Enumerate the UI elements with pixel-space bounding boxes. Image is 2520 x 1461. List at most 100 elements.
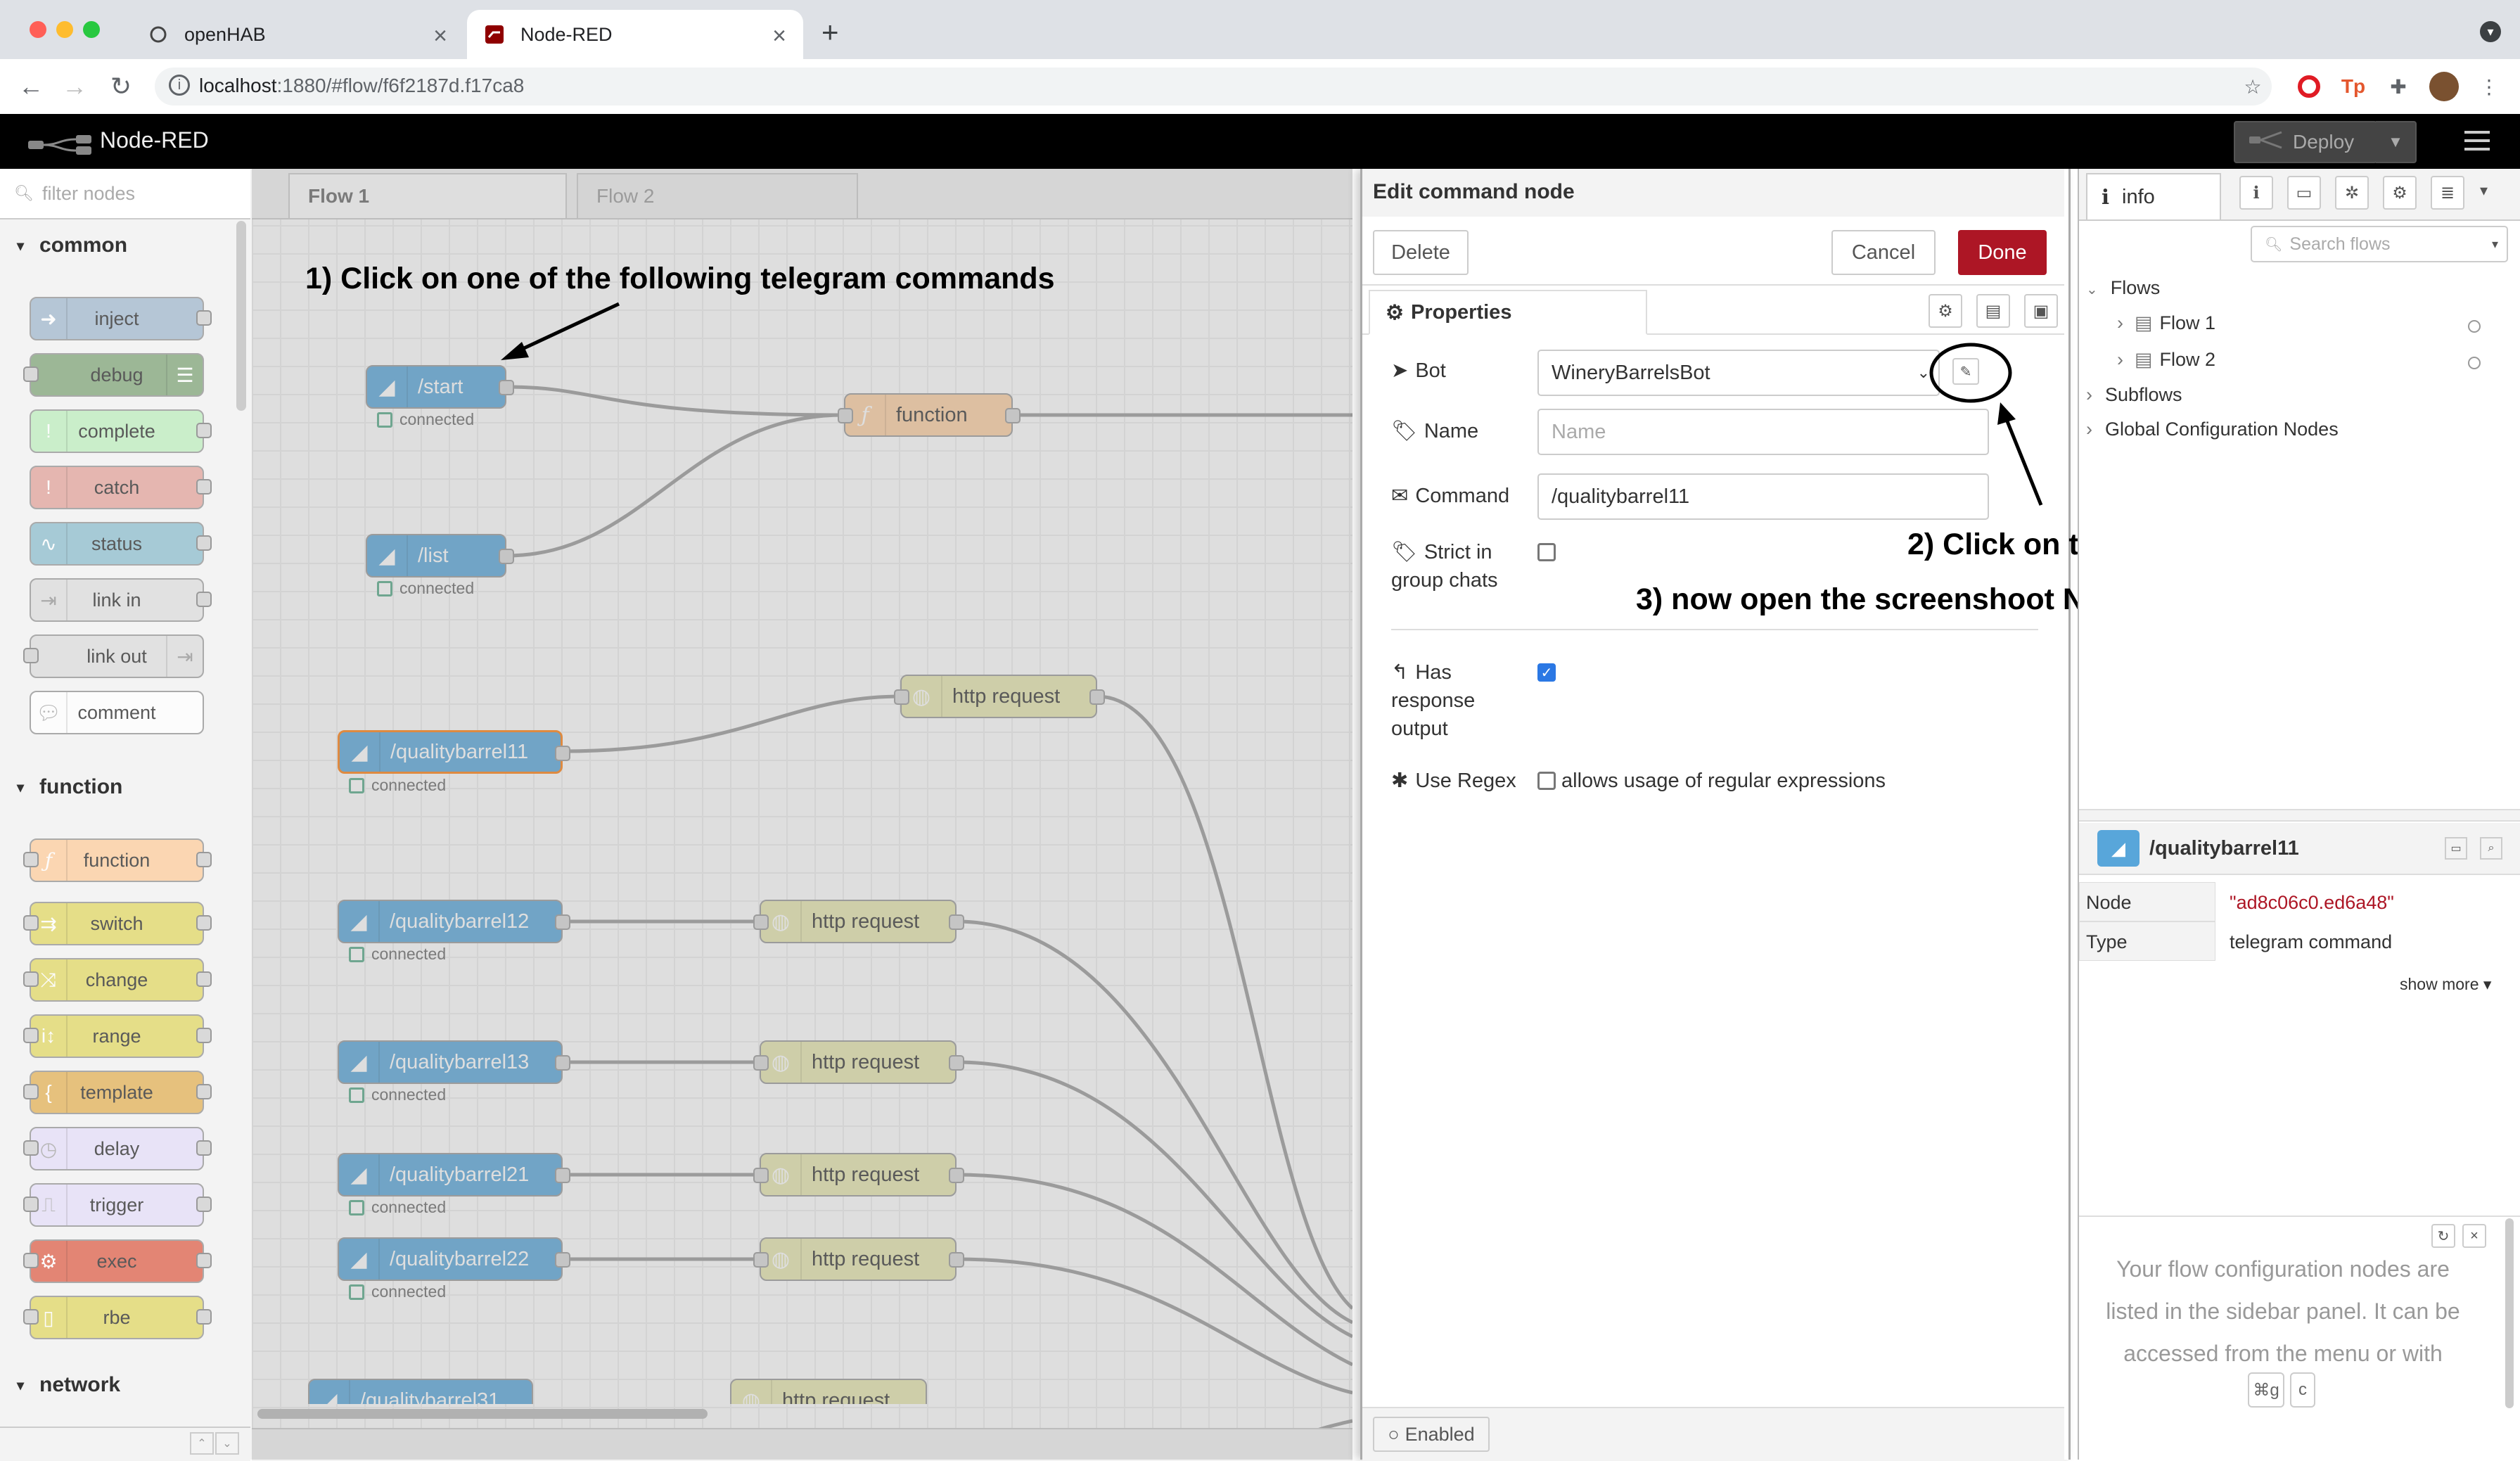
flow-node-qualitybarrel13[interactable]: ◢/qualitybarrel13 [338,1040,563,1084]
flow-node-qualitybarrel31[interactable]: ◢/qualitybarrel31 [308,1379,533,1404]
palette-scrollbar[interactable] [236,221,246,411]
node-description-icon[interactable]: ▤ [1976,294,2010,328]
back-icon[interactable]: ← [13,68,49,105]
flow-node-qualitybarrel21[interactable]: ◢/qualitybarrel21 [338,1153,563,1197]
node-search-icon[interactable]: ⌕ [2480,837,2502,860]
flow-node-qualitybarrel11-selected[interactable]: ◢/qualitybarrel11 [338,730,563,774]
workspace-h-scrollbar[interactable] [257,1409,708,1419]
next-tip-refresh-icon[interactable]: ↻ [2431,1224,2455,1248]
url-text[interactable]: localhost:1880/#flow/f6f2187d.f17ca8 [199,72,524,100]
browser-tab-node-red[interactable]: Node-RED × [467,10,803,59]
flow-node-http-request[interactable]: ◍ http request [900,675,1097,718]
cancel-button[interactable]: Cancel [1831,230,1936,275]
palette-node-trigger[interactable]: ⎍ trigger [30,1183,204,1227]
output-port[interactable] [499,549,514,564]
tp-extension-icon[interactable]: Tp [2339,72,2368,101]
bookmark-star-icon[interactable]: ☆ [2238,72,2268,101]
opera-extension-icon[interactable] [2294,72,2324,101]
tree-flows[interactable]: ⌄ Flows [2086,277,2160,299]
output-port[interactable] [555,746,570,761]
flow-node-http-request[interactable]: ◍ http request [760,1237,957,1281]
browser-tab-openhab[interactable]: openHAB × [134,10,464,59]
palette-category-network[interactable]: ▾ network [0,1366,232,1404]
input-port[interactable] [894,689,909,705]
palette-category-common[interactable]: ▾ common [0,227,232,264]
palette-node-template[interactable]: {template [30,1071,204,1114]
filter-nodes-input[interactable]: 🔍︎ filter nodes [0,169,250,219]
tree-flow-1[interactable]: › ▤ Flow 1 [2117,312,2215,334]
window-close-control[interactable] [30,21,46,38]
tab-properties[interactable]: ⚙ Properties [1369,290,1647,335]
close-tip-icon[interactable]: × [2462,1224,2486,1248]
tree-subflows[interactable]: › Subflows [2086,384,2182,406]
palette-node-delay[interactable]: ◷ delay [30,1127,204,1170]
output-port[interactable] [949,914,964,930]
palette-node-function[interactable]: ƒ function [30,838,204,882]
name-input[interactable]: Name [1537,409,1989,455]
output-port[interactable] [1089,689,1105,705]
context-data-icon[interactable]: ≣ [2431,176,2464,210]
output-port[interactable] [949,1168,964,1183]
output-port[interactable] [555,1168,570,1183]
palette-node-link-in[interactable]: ⇥ link in [30,578,204,622]
done-button[interactable]: Done [1958,230,2047,275]
flow-node-http-request[interactable]: ◍ http request [760,1153,957,1197]
window-maximize-control[interactable] [83,21,100,38]
flow-node-qualitybarrel22[interactable]: ◢/qualitybarrel22 [338,1237,563,1281]
output-port[interactable] [949,1252,964,1268]
palette-node-change[interactable]: ⤨ change [30,958,204,1002]
use-regex-checkbox[interactable] [1537,772,1556,790]
delete-button[interactable]: Delete [1373,230,1469,275]
flow-node-qualitybarrel12[interactable]: ◢/qualitybarrel12 [338,900,563,943]
search-flows-input[interactable]: 🔍︎ Search flows ▾ [2251,226,2508,262]
reload-icon[interactable]: ↻ [103,68,139,105]
browser-menu-icon[interactable]: ⋮ [2474,72,2504,101]
node-help-book-icon[interactable]: ▭ [2445,837,2467,860]
forward-icon[interactable]: → [56,68,93,105]
profile-avatar[interactable] [2429,72,2459,101]
output-port[interactable] [555,1252,570,1268]
help-book-icon[interactable]: ▭ [2287,176,2321,210]
deploy-button[interactable]: Deploy [2234,121,2377,163]
input-port[interactable] [838,408,853,423]
palette-node-switch[interactable]: ⇉ switch [30,902,204,945]
prop-node-value[interactable]: "ad8c06c0.ed6a48" [2230,892,2394,914]
input-port[interactable] [753,914,769,930]
flow-node-http-request[interactable]: ◍ http request [730,1379,927,1404]
bot-select[interactable]: WineryBarrelsBot ⌄ [1537,350,1940,396]
flow-node-start[interactable]: ◢/start [366,365,506,409]
flow-node-http-request[interactable]: ◍ http request [760,1040,957,1084]
sidebar-menu-chevron-icon[interactable]: ▾ [2480,181,2488,200]
input-port[interactable] [753,1252,769,1268]
palette-node-inject[interactable]: ➜ inject [30,297,204,340]
palette-node-comment[interactable]: 💬︎ comment [30,691,204,734]
palette-node-exec[interactable]: ⚙ exec [30,1239,204,1283]
flow-node-http-request[interactable]: ◍ http request [760,900,957,943]
config-gear-icon[interactable]: ⚙ [2383,176,2417,210]
enabled-toggle[interactable]: ○ Enabled [1373,1417,1490,1452]
window-minimize-control[interactable] [56,21,73,38]
output-port[interactable] [949,1055,964,1071]
site-info-icon[interactable]: i [169,75,190,96]
palette-node-status[interactable]: ∿ status [30,522,204,566]
new-tab-icon[interactable]: + [821,15,839,49]
show-more-link[interactable]: show more ▾ [2400,975,2491,994]
tip-scrollbar[interactable] [2505,1218,2514,1408]
palette-node-link-out[interactable]: link out ⇥ [30,634,204,678]
node-appearance-icon[interactable]: ▣ [2024,294,2058,328]
palette-node-rbe[interactable]: ▯ rbe [30,1296,204,1339]
node-settings-gear-icon[interactable]: ⚙ [1929,294,1962,328]
palette-node-range[interactable]: i↕ range [30,1014,204,1058]
palette-node-debug[interactable]: debug ☰ [30,353,204,397]
input-port[interactable] [753,1168,769,1183]
tab-info[interactable]: ℹ info [2086,173,2221,219]
expand-all-icon[interactable]: ⌄ [215,1432,239,1455]
tree-flow-2[interactable]: › ▤ Flow 2 [2117,349,2215,371]
palette-node-complete[interactable]: ! complete [30,409,204,453]
info-tab-icon[interactable]: ℹ [2239,176,2273,210]
main-menu-icon[interactable] [2463,127,2491,155]
tree-global-config[interactable]: › Global Configuration Nodes [2086,419,2339,440]
close-tab-icon[interactable]: × [772,23,786,50]
output-port[interactable] [1005,408,1021,423]
strict-group-checkbox[interactable] [1537,543,1556,561]
